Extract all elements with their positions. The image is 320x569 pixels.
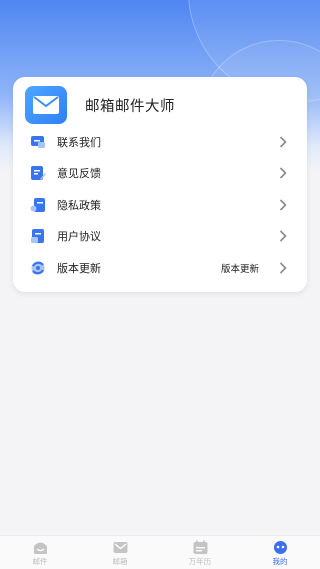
menu-item-label: 意见反馈 [57, 167, 101, 181]
app-title: 邮箱邮件大师 [85, 98, 175, 115]
menu-item-label: 用户协议 [57, 230, 101, 244]
menu-item-privacy-policy[interactable]: 隐私政策 [13, 189, 307, 221]
chevron-right-icon [279, 230, 287, 242]
feedback-edit-icon [31, 166, 46, 181]
privacy-document-icon [30, 197, 45, 212]
menu-item-label: 版本更新 [57, 261, 101, 275]
tab-mailbox[interactable]: 邮箱 [80, 536, 160, 569]
profile-tab-icon [273, 541, 287, 554]
menu-item-feedback[interactable]: 意见反馈 [13, 158, 307, 190]
tab-label: 我的 [272, 557, 288, 566]
profile-card: 邮箱邮件大师 联系我们 意见反馈 隐私政策 用户协议 版本更新 版本更新 [13, 77, 307, 292]
bottom-tab-bar: 邮件 邮箱 万年历 我的 [0, 535, 320, 569]
tab-profile[interactable]: 我的 [240, 536, 320, 569]
chevron-right-icon [279, 262, 287, 274]
tab-label: 邮件 [32, 557, 48, 566]
tab-label: 万年历 [188, 557, 212, 566]
settings-menu: 联系我们 意见反馈 隐私政策 用户协议 版本更新 版本更新 [13, 126, 307, 284]
tab-mail[interactable]: 邮件 [0, 536, 80, 569]
contact-chat-icon [31, 135, 45, 148]
calendar-tab-icon [193, 540, 207, 554]
agreement-document-icon [31, 229, 44, 244]
menu-item-contact-us[interactable]: 联系我们 [13, 126, 307, 158]
chevron-right-icon [279, 167, 287, 179]
menu-item-version-update[interactable]: 版本更新 版本更新 [13, 252, 307, 284]
chevron-right-icon [279, 199, 287, 211]
menu-item-label: 联系我们 [57, 135, 101, 149]
chevron-right-icon [279, 136, 287, 148]
tab-label: 邮箱 [112, 557, 128, 566]
app-header: 邮箱邮件大师 [25, 85, 175, 125]
mailbox-tab-icon [113, 542, 127, 553]
menu-item-user-agreement[interactable]: 用户协议 [13, 221, 307, 253]
mail-tab-icon [33, 542, 47, 554]
mail-envelope-icon [25, 86, 67, 124]
menu-item-label: 隐私政策 [57, 198, 101, 212]
tab-calendar[interactable]: 万年历 [160, 536, 240, 569]
update-refresh-icon [31, 261, 45, 275]
version-update-value: 版本更新 [220, 263, 259, 275]
